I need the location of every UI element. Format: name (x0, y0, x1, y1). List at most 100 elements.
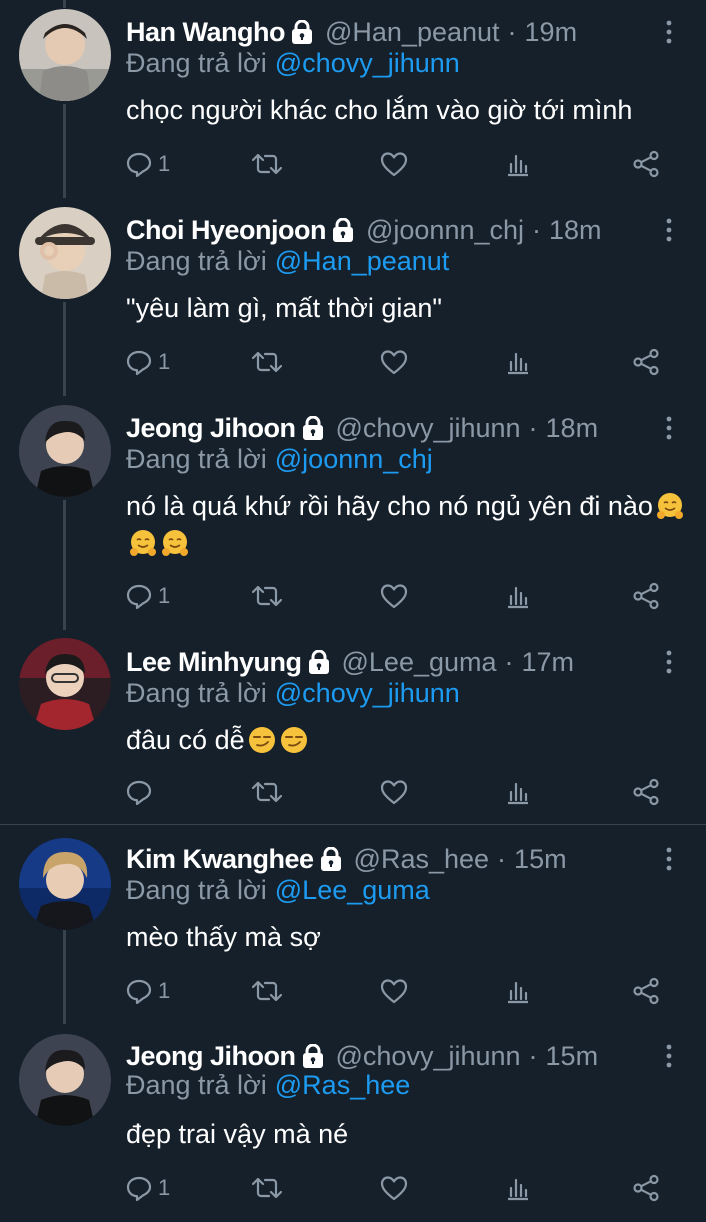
tweet[interactable]: Jeong Jihoon @chovy_jihunn · 15m Đang tr… (0, 1024, 706, 1222)
analytics-icon (506, 978, 530, 1004)
display-name[interactable]: Kim Kwanghee (126, 844, 314, 875)
tweet-text-content: đâu có dễ (126, 725, 245, 755)
share-icon (632, 778, 660, 806)
reply-icon (126, 349, 152, 375)
timestamp[interactable]: 15m (546, 1041, 599, 1072)
tweet[interactable]: Kim Kwanghee @Ras_hee · 15m Đang trả lời… (0, 824, 706, 1023)
action-bar: 1 (126, 578, 666, 614)
retweet-button[interactable] (252, 973, 282, 1009)
action-bar: 1 (126, 146, 666, 182)
reply-button[interactable]: 1 (126, 1170, 170, 1206)
smirking-face-emoji (245, 725, 277, 755)
lock-icon (332, 217, 354, 242)
replying-to-handle[interactable]: @Han_peanut (275, 246, 450, 276)
heart-icon (380, 151, 408, 177)
like-button[interactable] (380, 344, 408, 380)
separator-dot: · (497, 843, 507, 874)
action-bar (126, 774, 666, 810)
retweet-icon (252, 978, 282, 1004)
display-name[interactable]: Choi Hyeonjoon (126, 215, 326, 246)
replying-to-handle[interactable]: @joonnn_chj (275, 444, 433, 474)
retweet-button[interactable] (252, 1170, 282, 1206)
analytics-button[interactable] (506, 146, 530, 182)
separator-dot: · (528, 412, 538, 443)
reply-icon (126, 151, 152, 177)
reply-button[interactable]: 1 (126, 578, 170, 614)
user-handle[interactable]: @Ras_hee (354, 844, 490, 875)
reply-count: 1 (158, 1175, 171, 1200)
timestamp[interactable]: 15m (514, 844, 567, 875)
avatar[interactable] (19, 405, 111, 497)
retweet-button[interactable] (252, 774, 282, 810)
replying-to-handle[interactable]: @Lee_guma (275, 875, 430, 905)
more-options-icon[interactable] (666, 847, 672, 871)
action-bar: 1 (126, 973, 666, 1009)
avatar[interactable] (19, 207, 111, 299)
reply-button[interactable] (126, 774, 158, 810)
retweet-button[interactable] (252, 146, 282, 182)
replying-to-handle[interactable]: @chovy_jihunn (275, 48, 460, 78)
more-options-icon[interactable] (666, 20, 672, 44)
more-options-icon[interactable] (666, 1044, 672, 1068)
more-options-icon[interactable] (666, 218, 672, 242)
like-button[interactable] (380, 973, 408, 1009)
share-button[interactable] (632, 344, 660, 380)
user-handle[interactable]: @Han_peanut (325, 17, 500, 48)
tweet[interactable]: Jeong Jihoon @chovy_jihunn · 18m Đang tr… (0, 396, 706, 610)
replying-to-handle[interactable]: @Ras_hee (275, 1070, 411, 1100)
share-button[interactable] (632, 973, 660, 1009)
heart-icon (380, 779, 408, 805)
analytics-button[interactable] (506, 578, 530, 614)
analytics-button[interactable] (506, 1170, 530, 1206)
more-options-icon[interactable] (666, 416, 672, 440)
lock-icon (291, 19, 313, 44)
replying-to-label: Đang trả lời (126, 875, 267, 905)
analytics-button[interactable] (506, 973, 530, 1009)
avatar[interactable] (19, 838, 111, 930)
reply-button[interactable]: 1 (126, 344, 170, 380)
like-button[interactable] (380, 146, 408, 182)
share-button[interactable] (632, 146, 660, 182)
analytics-icon (506, 1175, 530, 1201)
reply-icon (126, 978, 152, 1004)
analytics-icon (506, 349, 530, 375)
user-handle[interactable]: @Lee_guma (342, 647, 497, 678)
share-button[interactable] (632, 578, 660, 614)
timestamp[interactable]: 18m (546, 413, 599, 444)
user-handle[interactable]: @chovy_jihunn (336, 1041, 521, 1072)
tweet-text: "yêu làm gì, mất thời gian" (126, 290, 686, 327)
avatar[interactable] (19, 9, 111, 101)
reply-count: 1 (158, 349, 171, 374)
more-options-icon[interactable] (666, 650, 672, 674)
heart-icon (380, 978, 408, 1004)
share-button[interactable] (632, 1170, 660, 1206)
timestamp[interactable]: 18m (549, 215, 602, 246)
like-button[interactable] (380, 774, 408, 810)
reply-button[interactable]: 1 (126, 973, 170, 1009)
smirking-face-emoji (277, 725, 309, 755)
display-name[interactable]: Han Wangho (126, 17, 285, 48)
user-handle[interactable]: @joonnn_chj (366, 215, 524, 246)
tweet[interactable]: Choi Hyeonjoon @joonnn_chj · 18m Đang tr… (0, 198, 706, 396)
avatar[interactable] (19, 1034, 111, 1126)
retweet-button[interactable] (252, 344, 282, 380)
analytics-button[interactable] (506, 344, 530, 380)
reply-button[interactable]: 1 (126, 146, 170, 182)
tweet-text-content: mèo thấy mà sợ (126, 922, 321, 952)
analytics-button[interactable] (506, 774, 530, 810)
like-button[interactable] (380, 578, 408, 614)
display-name[interactable]: Lee Minhyung (126, 647, 302, 678)
retweet-button[interactable] (252, 578, 282, 614)
tweet[interactable]: Lee Minhyung @Lee_guma · 17m Đang trả lờ… (0, 630, 706, 828)
like-button[interactable] (380, 1170, 408, 1206)
replying-to-handle[interactable]: @chovy_jihunn (275, 678, 460, 708)
timestamp[interactable]: 19m (525, 17, 578, 48)
timestamp[interactable]: 17m (522, 647, 575, 678)
user-handle[interactable]: @chovy_jihunn (336, 413, 521, 444)
tweet[interactable]: Han Wangho @Han_peanut · 19m Đang trả lờ… (0, 0, 706, 198)
share-button[interactable] (632, 774, 660, 810)
lock-icon (302, 415, 324, 440)
display-name[interactable]: Jeong Jihoon (126, 413, 296, 444)
display-name[interactable]: Jeong Jihoon (126, 1041, 296, 1072)
avatar[interactable] (19, 638, 111, 730)
